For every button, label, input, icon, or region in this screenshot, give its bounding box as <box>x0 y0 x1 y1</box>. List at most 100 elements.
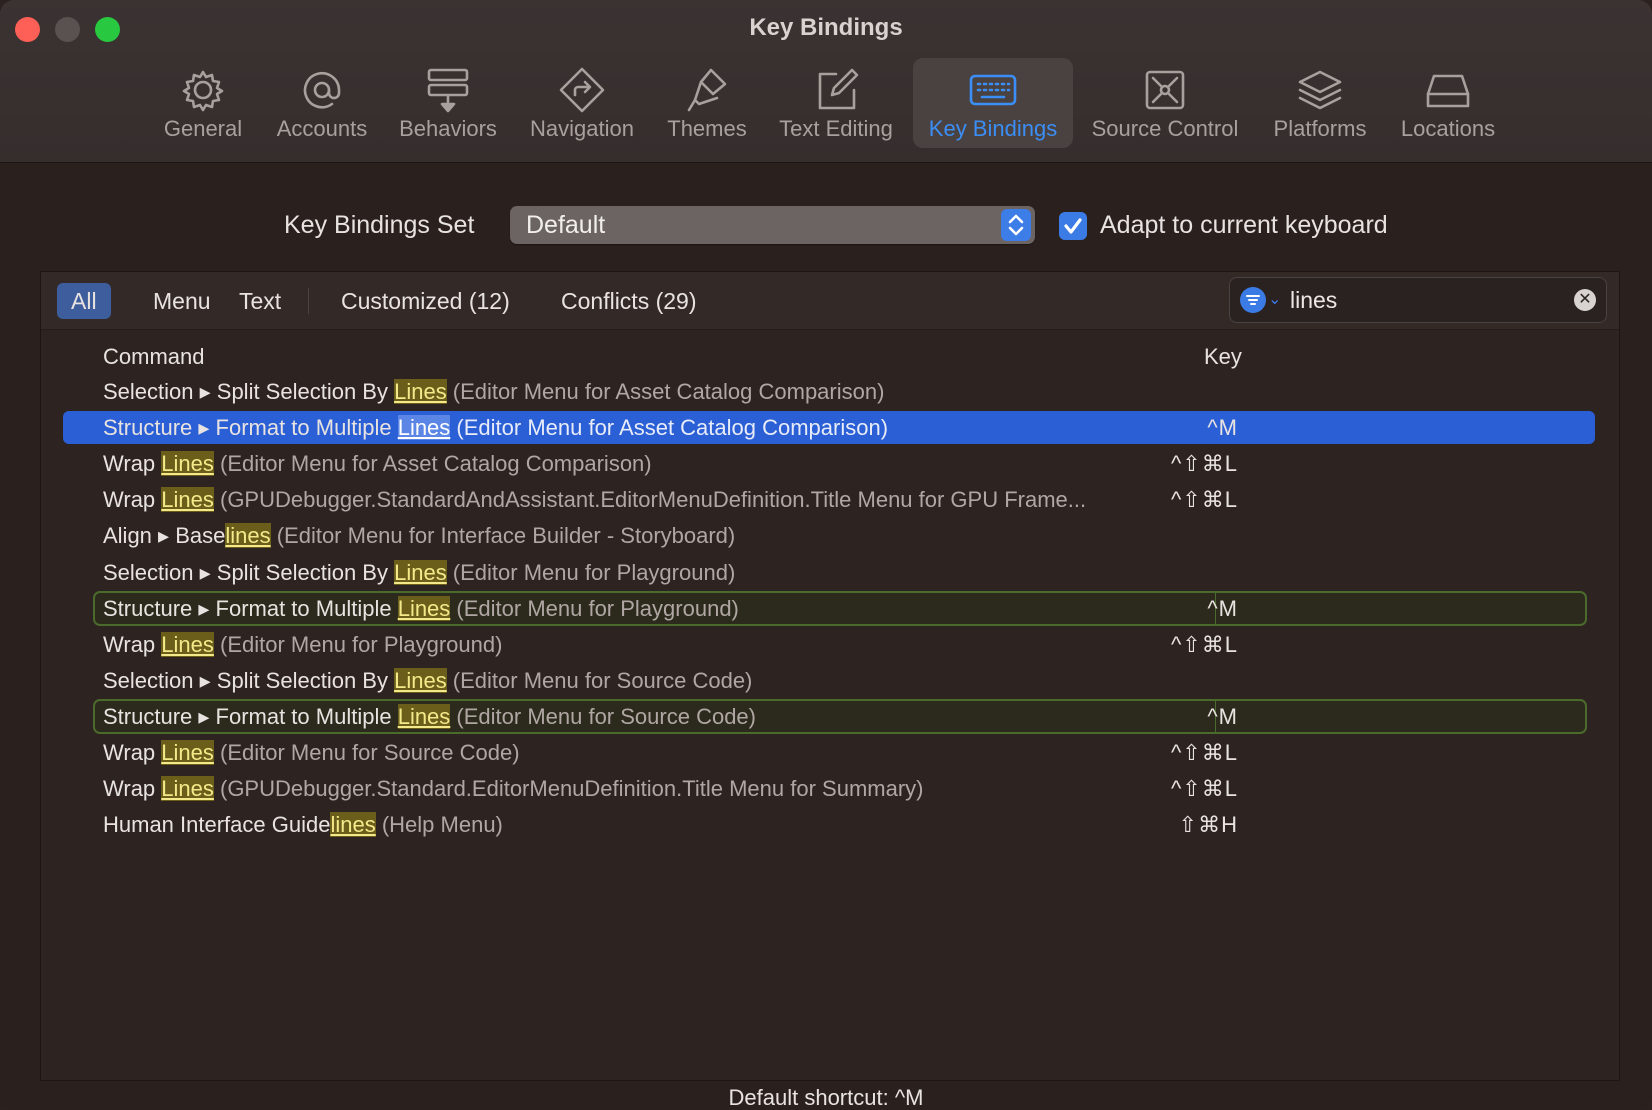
tab-label: Behaviors <box>399 116 497 141</box>
filter-all-button[interactable]: All <box>57 283 111 319</box>
command-text: Structure ▸ Format to Multiple <box>103 596 398 621</box>
drive-icon <box>1426 74 1470 108</box>
command-cell: Selection ▸ Split Selection By Lines (Ed… <box>103 556 735 589</box>
filter-conflicts-button[interactable]: Conflicts (29) <box>547 283 710 319</box>
command-cell: Wrap Lines (GPUDebugger.Standard.EditorM… <box>103 772 923 805</box>
search-match: Lines <box>161 632 214 657</box>
column-header-key[interactable]: Key <box>1204 344 1242 370</box>
command-context: (GPUDebugger.Standard.EditorMenuDefiniti… <box>213 776 924 801</box>
key-cell[interactable]: ⇧⌘H <box>1118 808 1238 841</box>
key-cell[interactable]: ^M <box>1118 592 1238 625</box>
tab-navigation[interactable]: Navigation <box>522 58 642 148</box>
key-cell[interactable]: ^⇧⌘L <box>1118 772 1238 805</box>
tab-label: Source Control <box>1091 116 1239 141</box>
command-text: Wrap <box>103 740 162 765</box>
search-match: lines <box>330 812 376 837</box>
command-cell: Selection ▸ Split Selection By Lines (Ed… <box>103 664 752 697</box>
search-filter-icon[interactable] <box>1240 287 1266 313</box>
search-match: Lines <box>397 596 451 621</box>
filter-menu-button[interactable]: Menu <box>139 283 225 319</box>
adapt-keyboard-checkbox[interactable] <box>1059 212 1087 240</box>
layers-icon <box>1298 70 1342 110</box>
search-input[interactable]: lines <box>1290 287 1337 314</box>
tab-key-bindings[interactable]: Key Bindings <box>913 58 1073 148</box>
table-row[interactable]: Structure ▸ Format to Multiple Lines (Ed… <box>63 591 1595 626</box>
command-context: (Help Menu) <box>375 812 503 837</box>
tab-behaviors[interactable]: Behaviors <box>392 58 504 148</box>
table-row[interactable]: Human Interface Guidelines (Help Menu) ⇧⌘… <box>63 808 1595 841</box>
tab-label: Locations <box>1400 116 1496 141</box>
table-row[interactable]: Align ▸ Baselines (Editor Menu for Inter… <box>63 519 1595 552</box>
command-context: (Editor Menu for Playground) <box>213 632 503 657</box>
search-match: Lines <box>161 776 214 801</box>
command-text: Wrap <box>103 776 162 801</box>
table-row[interactable]: Selection ▸ Split Selection By Lines (Ed… <box>63 664 1595 697</box>
tab-label: Accounts <box>276 116 368 141</box>
command-cell: Structure ▸ Format to Multiple Lines (Ed… <box>103 411 888 444</box>
command-text: Selection ▸ Split Selection By <box>103 668 395 693</box>
command-context: (GPUDebugger.StandardAndAssistant.Editor… <box>213 487 1087 512</box>
command-cell: Selection ▸ Split Selection By Lines (Ed… <box>103 375 884 408</box>
tab-accounts[interactable]: Accounts <box>268 58 376 148</box>
tab-label: Key Bindings <box>928 116 1058 141</box>
search-match: Lines <box>397 415 451 440</box>
table-row[interactable]: Structure ▸ Format to Multiple Lines (Ed… <box>63 699 1595 734</box>
tab-platforms[interactable]: Platforms <box>1264 58 1376 148</box>
preference-tabs: General Accounts Behaviors Navigation Th… <box>0 58 1652 150</box>
source-control-icon <box>1145 70 1185 110</box>
tab-themes[interactable]: Themes <box>659 58 755 148</box>
command-cell: Human Interface Guidelines (Help Menu) <box>103 808 503 841</box>
tab-label: Themes <box>667 116 747 141</box>
key-cell[interactable]: ^⇧⌘L <box>1118 736 1238 769</box>
tab-text-editing[interactable]: Text Editing <box>771 58 901 148</box>
window-title: Key Bindings <box>749 14 903 41</box>
filter-divider <box>308 288 309 314</box>
command-text: Align ▸ Base <box>103 523 226 548</box>
key-cell[interactable]: ^M <box>1118 411 1238 444</box>
key-cell[interactable]: ^⇧⌘L <box>1118 483 1238 516</box>
clear-search-icon[interactable]: ✕ <box>1574 289 1596 311</box>
search-match: Lines <box>394 668 447 693</box>
command-context: (Editor Menu for Playground) <box>450 596 739 621</box>
table-row[interactable]: Wrap Lines (Editor Menu for Asset Catalo… <box>63 447 1595 480</box>
command-cell: Wrap Lines (Editor Menu for Source Code) <box>103 736 520 769</box>
table-row[interactable]: Wrap Lines (GPUDebugger.StandardAndAssis… <box>63 483 1595 516</box>
filter-text-button[interactable]: Text <box>225 283 295 319</box>
command-text: Structure ▸ Format to Multiple <box>103 704 398 729</box>
filter-customized-button[interactable]: Customized (12) <box>327 283 524 319</box>
command-context: (Editor Menu for Asset Catalog Compariso… <box>446 379 885 404</box>
tab-locations[interactable]: Locations <box>1392 58 1504 148</box>
search-match: Lines <box>161 740 214 765</box>
tab-label: Text Editing <box>779 116 893 141</box>
command-context: (Editor Menu for Source Code) <box>450 704 756 729</box>
key-bindings-set-popup[interactable]: Default <box>510 206 1035 244</box>
key-cell[interactable]: ^⇧⌘L <box>1118 447 1238 480</box>
tab-source-control[interactable]: Source Control <box>1085 58 1245 148</box>
command-context: (Editor Menu for Asset Catalog Compariso… <box>213 451 652 476</box>
command-text: Wrap <box>103 487 162 512</box>
command-cell: Align ▸ Baselines (Editor Menu for Inter… <box>103 519 735 552</box>
table-row[interactable]: Selection ▸ Split Selection By Lines (Ed… <box>63 375 1595 408</box>
table-row[interactable]: Selection ▸ Split Selection By Lines (Ed… <box>63 556 1595 589</box>
checkmark-icon <box>1064 218 1082 234</box>
tab-label: Platforms <box>1273 116 1367 141</box>
command-text: Human Interface Guide <box>103 812 331 837</box>
filter-bar: All Menu Text Customized (12) Conflicts … <box>41 272 1619 330</box>
table-row[interactable]: Structure ▸ Format to Multiple Lines (Ed… <box>63 411 1595 444</box>
command-text: Structure ▸ Format to Multiple <box>103 415 398 440</box>
key-bindings-table-panel: All Menu Text Customized (12) Conflicts … <box>40 271 1620 1081</box>
command-cell: Structure ▸ Format to Multiple Lines (Ed… <box>103 592 739 625</box>
command-text: Wrap <box>103 451 162 476</box>
key-cell[interactable]: ^⇧⌘L <box>1118 628 1238 661</box>
command-cell: Wrap Lines (Editor Menu for Playground) <box>103 628 502 661</box>
column-header-command[interactable]: Command <box>103 344 204 370</box>
key-cell[interactable]: ^M <box>1118 700 1238 733</box>
table-row[interactable]: Wrap Lines (Editor Menu for Source Code)… <box>63 736 1595 769</box>
command-context: (Editor Menu for Source Code) <box>446 668 753 693</box>
adapt-keyboard-label: Adapt to current keyboard <box>1100 211 1388 239</box>
toolbar: Key Bindings General Accounts Behaviors … <box>0 0 1652 163</box>
table-row[interactable]: Wrap Lines (GPUDebugger.Standard.EditorM… <box>63 772 1595 805</box>
table-row[interactable]: Wrap Lines (Editor Menu for Playground) ^… <box>63 628 1595 661</box>
tab-general[interactable]: General <box>155 58 251 148</box>
search-field[interactable]: ⌄ lines ✕ <box>1229 277 1607 323</box>
